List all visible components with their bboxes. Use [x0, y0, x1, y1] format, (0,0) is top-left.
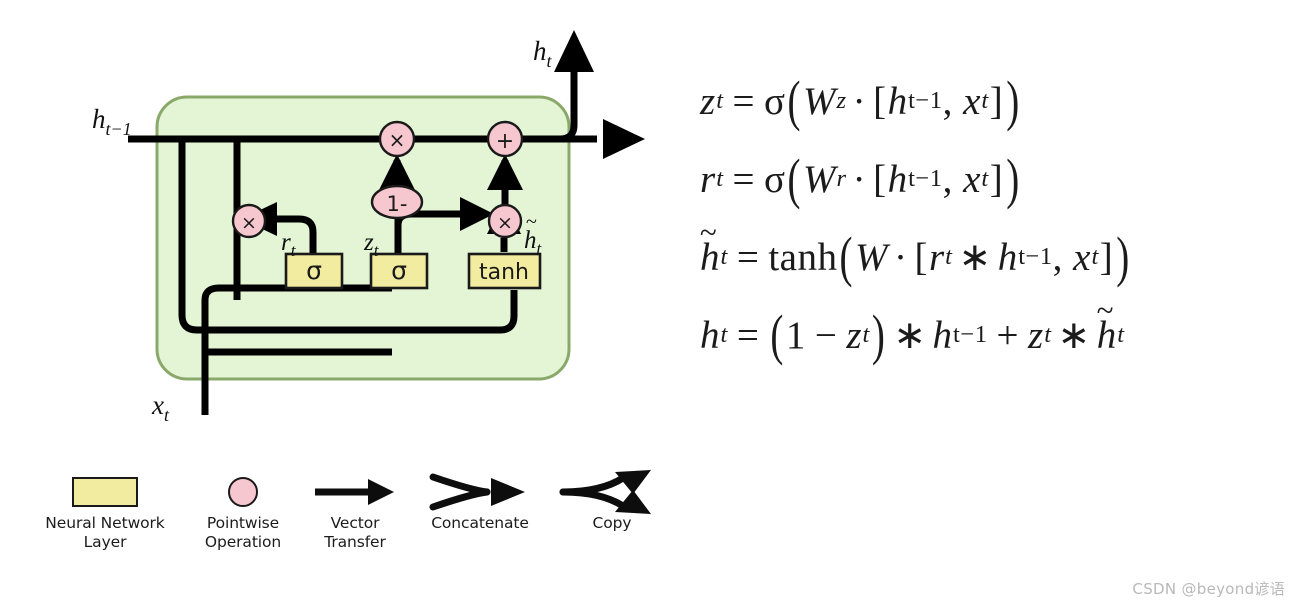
input-hidden-label: ht−1: [92, 104, 132, 139]
concatenate-icon: [429, 473, 525, 511]
candidate-equation: ~ h t = tanh ( W · [ rt ∗ h t−1, xt ] ): [699, 215, 1130, 289]
update-gate-equation: zt = σ ( Wz · [ h t−1, xt ] ): [700, 69, 1020, 133]
legend-item-vector-transfer: Vector Transfer: [300, 470, 410, 552]
candidate-multiply-label: ×: [497, 212, 513, 234]
figure-canvas: σ σ tanh × × × 1- + ht−1 xt ht rt zt ht …: [0, 0, 1299, 607]
forget-multiply-label: ×: [389, 128, 406, 152]
copy-icon: [559, 470, 651, 514]
neural-network-layer-icon: [30, 470, 180, 514]
legend-label-neural-network-layer: Neural Network Layer: [45, 514, 165, 551]
legend: Neural Network Layer Pointwise Operation…: [0, 470, 700, 590]
watermark: CSDN @beyond谚语: [1132, 580, 1285, 598]
output-hidden-label: ht: [533, 36, 553, 71]
legend-label-concatenate: Concatenate: [431, 514, 529, 532]
reset-gate-equation: rt = σ ( Wr · [ h t−1, xt ] ): [700, 147, 1020, 211]
update-gate-sigmoid-label: σ: [391, 256, 407, 285]
sum-label: +: [496, 129, 514, 154]
arrow-ht-output: [554, 30, 594, 72]
legend-label-pointwise-operation: Pointwise Operation: [204, 514, 282, 551]
pointwise-operation-icon: [183, 470, 303, 514]
one-minus-label: 1-: [387, 192, 408, 216]
candidate-tanh-label: tanh: [479, 260, 529, 285]
input-x-label: xt: [151, 390, 170, 425]
arrow-hidden-output: [603, 119, 645, 159]
reset-multiply-label: ×: [241, 212, 257, 234]
legend-label-copy: Copy: [592, 514, 632, 532]
candidate-tilde: ~: [526, 211, 537, 233]
equations-panel: zt = σ ( Wz · [ h t−1, xt ] ) rt = σ ( Wr…: [700, 62, 1290, 374]
hidden-state-equation: ht = ( 1 − zt ) ∗ h t−1 + zt ∗ ~ h t: [700, 293, 1125, 367]
legend-label-vector-transfer: Vector Transfer: [324, 514, 386, 551]
legend-item-concatenate: Concatenate: [410, 470, 550, 533]
legend-item-pointwise-operation: Pointwise Operation: [183, 470, 303, 552]
legend-item-neural-network-layer: Neural Network Layer: [30, 470, 180, 552]
reset-gate-sigmoid-label: σ: [306, 256, 322, 285]
legend-item-copy: Copy: [552, 470, 672, 533]
vector-transfer-icon: [315, 479, 394, 505]
gru-layers: σ σ tanh: [284, 252, 542, 290]
